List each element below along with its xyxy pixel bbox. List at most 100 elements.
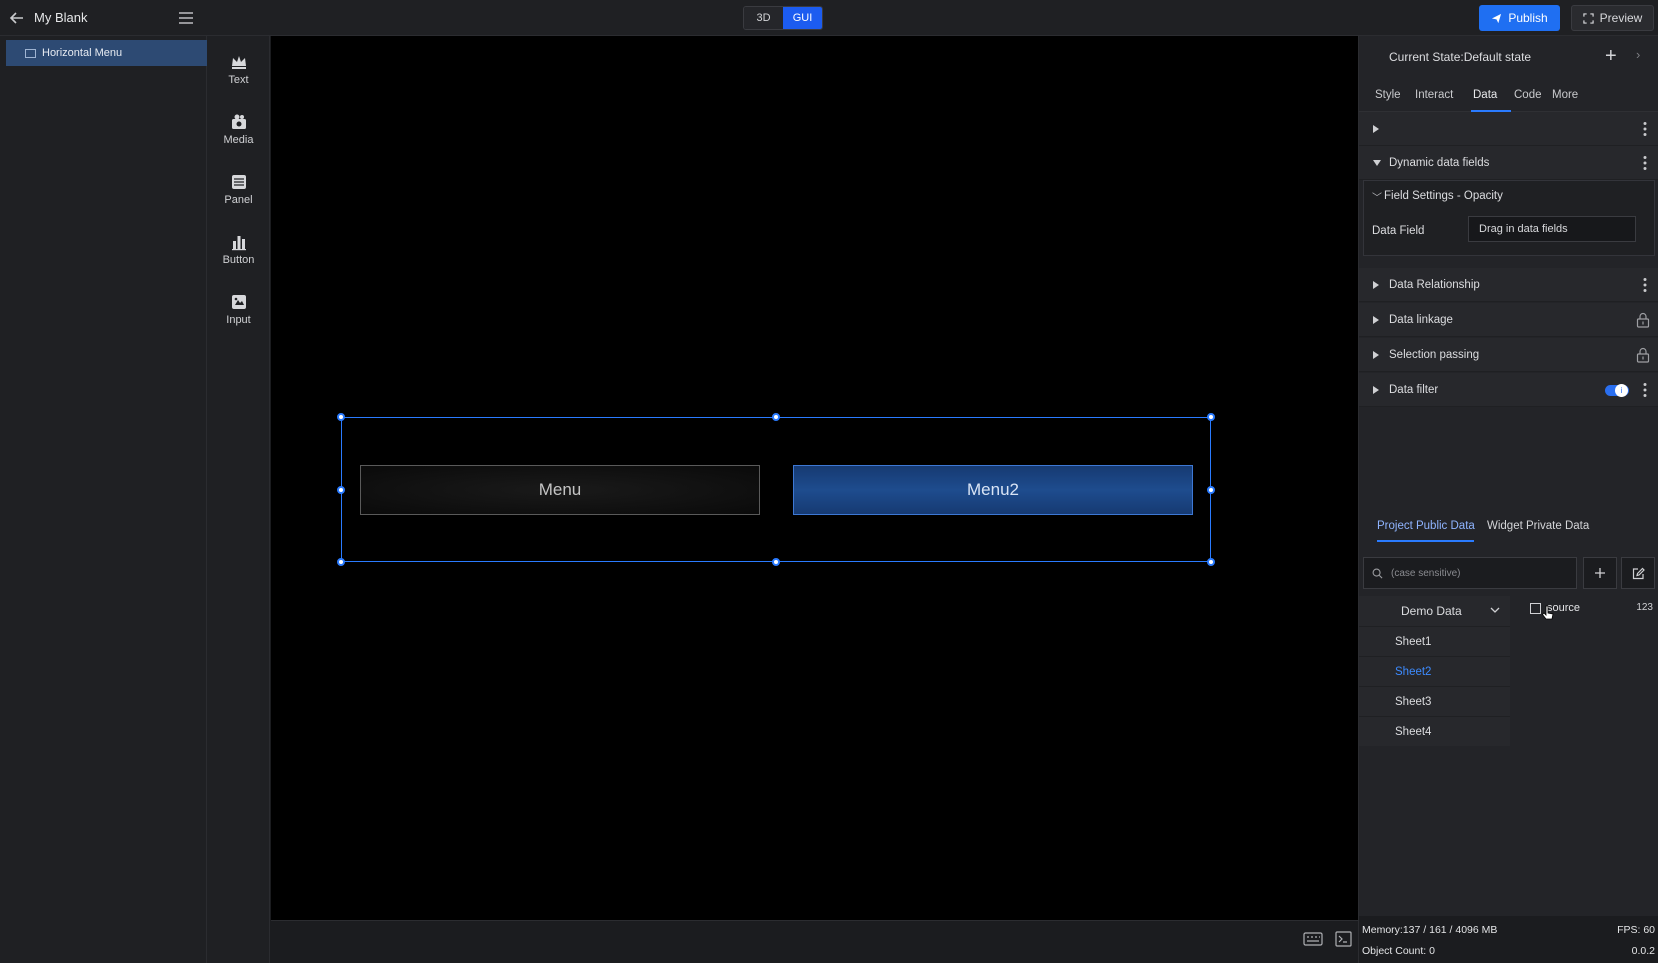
chevron-down-icon (1490, 607, 1500, 613)
fullscreen-icon (1582, 12, 1594, 24)
text-crown-icon (231, 55, 246, 69)
menu-item-menu[interactable]: Menu (360, 465, 760, 515)
input-icon (231, 294, 246, 309)
section-data-relationship[interactable]: Data Relationship (1359, 268, 1658, 302)
component-input[interactable]: Input (207, 284, 270, 334)
datasource-select[interactable]: Demo Data (1359, 596, 1510, 626)
add-state-icon[interactable]: + (1605, 46, 1617, 66)
app-title: My Blank (34, 10, 88, 25)
publish-label: Publish (1508, 11, 1548, 25)
section-title: Selection passing (1389, 348, 1480, 361)
section-unnamed[interactable] (1359, 112, 1658, 146)
resize-handle-top-right[interactable] (1207, 413, 1215, 421)
property-tabs: Style Interact Data Code More (1359, 82, 1658, 112)
properties-panel: Current State:Default state + › Style In… (1358, 36, 1658, 963)
tab-widget-private-data[interactable]: Widget Private Data (1487, 520, 1589, 532)
component-text[interactable]: Text (207, 44, 270, 94)
tab-code[interactable]: Code (1514, 89, 1542, 101)
panel-icon (231, 174, 246, 189)
caret-down-icon (1373, 160, 1381, 166)
section-title: Data filter (1389, 383, 1439, 396)
chevron-right-icon[interactable]: › (1636, 47, 1640, 62)
bar-chart-icon (231, 235, 246, 250)
resize-handle-right[interactable] (1207, 486, 1215, 494)
field-settings-title: Field Settings - Opacity (1384, 190, 1503, 202)
edit-data-button[interactable] (1621, 557, 1655, 589)
component-panel[interactable]: Panel (207, 164, 270, 214)
resize-handle-bottom-left[interactable] (337, 558, 345, 566)
add-data-button[interactable] (1583, 557, 1617, 589)
more-vertical-icon[interactable] (1643, 121, 1647, 137)
component-label: Panel (224, 193, 253, 206)
more-vertical-icon[interactable] (1643, 382, 1647, 398)
component-toolbar: Text Media Panel Button Input (207, 36, 270, 963)
plus-icon (1595, 568, 1605, 578)
caret-right-icon (1373, 316, 1379, 324)
search-icon (1372, 568, 1383, 578)
component-button[interactable]: Button (207, 224, 270, 274)
canvas-footer (271, 920, 1358, 963)
edit-icon (1632, 567, 1645, 579)
tab-interact[interactable]: Interact (1415, 89, 1453, 101)
field-settings-card: ﹀ Field Settings - Opacity Data Field Dr… (1363, 180, 1655, 256)
tab-style[interactable]: Style (1375, 89, 1401, 101)
section-title: Dynamic data fields (1389, 156, 1490, 169)
component-label: Media (223, 133, 254, 146)
tab-data[interactable]: Data (1473, 89, 1497, 101)
data-filter-toggle[interactable]: i (1605, 384, 1629, 397)
preview-button[interactable]: Preview (1571, 5, 1654, 31)
resize-handle-bottom[interactable] (772, 558, 780, 566)
search-input[interactable] (1389, 566, 1559, 580)
datasource-name: Demo Data (1401, 604, 1462, 618)
resize-handle-left[interactable] (337, 486, 345, 494)
sheet-item[interactable]: Sheet3 (1359, 686, 1510, 716)
layer-icon (25, 48, 36, 58)
tab-more[interactable]: More (1552, 89, 1578, 101)
keyboard-icon[interactable] (1303, 932, 1323, 946)
section-dynamic-data-fields[interactable]: Dynamic data fields (1359, 146, 1658, 180)
mode-gui-button[interactable]: GUI (783, 7, 822, 29)
data-field-label: Data Field (1372, 225, 1425, 237)
layer-item-label: Horizontal Menu (42, 47, 123, 59)
sheet-item[interactable]: Sheet1 (1359, 626, 1510, 656)
resize-handle-top-left[interactable] (337, 413, 345, 421)
chevron-down-icon[interactable]: ﹀ (1372, 189, 1382, 204)
data-tab-underline (1377, 540, 1474, 542)
datasource-list: Demo Data Sheet1 Sheet2 Sheet3 Sheet4 (1359, 596, 1510, 746)
section-selection-passing[interactable]: Selection passing (1359, 338, 1658, 372)
tab-project-public-data[interactable]: Project Public Data (1377, 520, 1475, 532)
publish-button[interactable]: Publish (1479, 5, 1560, 31)
preview-label: Preview (1599, 11, 1643, 25)
component-media[interactable]: Media (207, 104, 270, 154)
terminal-icon[interactable] (1335, 931, 1352, 947)
menu-item-menu2[interactable]: Menu2 (793, 465, 1193, 515)
caret-right-icon (1373, 281, 1379, 289)
top-bar: My Blank 3D GUI Publish Preview (0, 0, 1658, 36)
hamburger-menu-icon[interactable] (178, 10, 194, 26)
field-checkbox[interactable] (1530, 602, 1541, 614)
sheet-item[interactable]: Sheet2 (1359, 656, 1510, 686)
mode-3d-button[interactable]: 3D (744, 7, 783, 29)
arrow-left-icon[interactable] (8, 9, 26, 27)
mode-switch: 3D GUI (743, 6, 823, 30)
section-data-filter[interactable]: Data filter i (1359, 373, 1658, 407)
caret-right-icon (1373, 386, 1379, 394)
sheet-item[interactable]: Sheet4 (1359, 716, 1510, 746)
data-field-dropzone[interactable]: Drag in data fields (1468, 216, 1636, 242)
media-icon (231, 114, 246, 129)
resize-handle-top[interactable] (772, 413, 780, 421)
status-bar: Memory:137 / 161 / 4096 MB FPS: 60 Objec… (1359, 916, 1658, 963)
section-title: Data linkage (1389, 313, 1453, 326)
object-count: Object Count: 0 (1362, 945, 1435, 957)
layer-item-horizontal-menu[interactable]: Horizontal Menu (6, 40, 207, 66)
more-vertical-icon[interactable] (1643, 155, 1647, 171)
section-data-linkage[interactable]: Data linkage (1359, 303, 1658, 337)
data-field-row[interactable]: source 123 (1510, 596, 1658, 620)
resize-handle-bottom-right[interactable] (1207, 558, 1215, 566)
field-type: 123 (1636, 602, 1653, 613)
more-vertical-icon[interactable] (1643, 277, 1647, 293)
layer-panel: Horizontal Menu (0, 36, 207, 963)
state-title: Current State:Default state (1389, 50, 1532, 64)
caret-right-icon (1373, 351, 1379, 359)
lock-icon (1636, 312, 1650, 328)
